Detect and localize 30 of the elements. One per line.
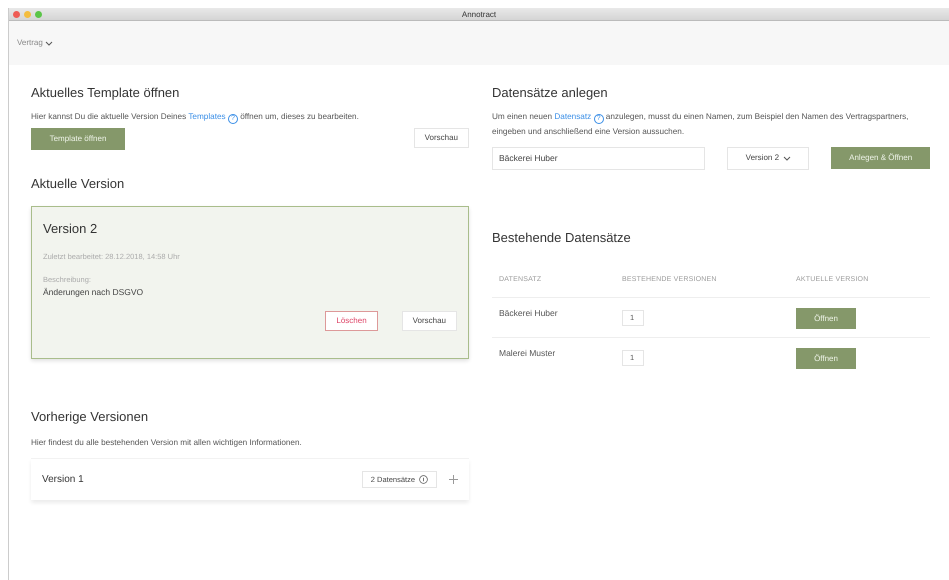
section-heading: Datensätze anlegen — [492, 85, 609, 101]
version-select[interactable]: Version 2 — [727, 146, 810, 170]
info-icon[interactable] — [419, 474, 428, 484]
minimize-light[interactable] — [24, 11, 31, 18]
create-open-button[interactable]: Anlegen & Öffnen — [831, 147, 930, 170]
chevron-icon — [783, 156, 792, 161]
section-heading: Aktuelles Template öffnen — [31, 85, 180, 101]
name-input[interactable]: Bäckerei Huber — [492, 146, 706, 170]
preview-button[interactable]: Vorschau — [402, 310, 457, 331]
open-button[interactable]: Öffnen — [796, 308, 856, 330]
delete-button[interactable]: Löschen — [325, 310, 378, 331]
plus-icon[interactable] — [449, 474, 458, 484]
contract-menu[interactable]: Vertrag — [17, 37, 53, 49]
close-light[interactable] — [13, 11, 20, 18]
open-template-button[interactable]: Template öffnen — [31, 128, 125, 150]
preview-button[interactable]: Vorschau — [414, 128, 469, 148]
table-cell-text: Malerei Muster — [499, 347, 556, 360]
version-title: Version 1 — [42, 472, 85, 487]
help-link[interactable]: Datensatz — [554, 112, 592, 121]
section-heading: Aktuelle Version — [31, 176, 126, 192]
version-title: Version 2 — [43, 220, 98, 238]
section-heading: Vorherige Versionen — [31, 408, 150, 425]
zoom-light[interactable] — [35, 11, 42, 18]
open-button[interactable]: Öffnen — [796, 348, 856, 370]
description-text: Änderungen nach DSGVO — [43, 286, 144, 299]
table-cell-text: Bäckerei Huber — [499, 307, 559, 320]
section-heading: Bestehende Datensätze — [492, 230, 632, 246]
help-link[interactable]: Templates — [188, 112, 226, 121]
window-title: Annotract — [462, 10, 496, 19]
description-text: Hier findest du alle bestehenden Version mit allen wichtigen Informationen. — [31, 436, 303, 449]
